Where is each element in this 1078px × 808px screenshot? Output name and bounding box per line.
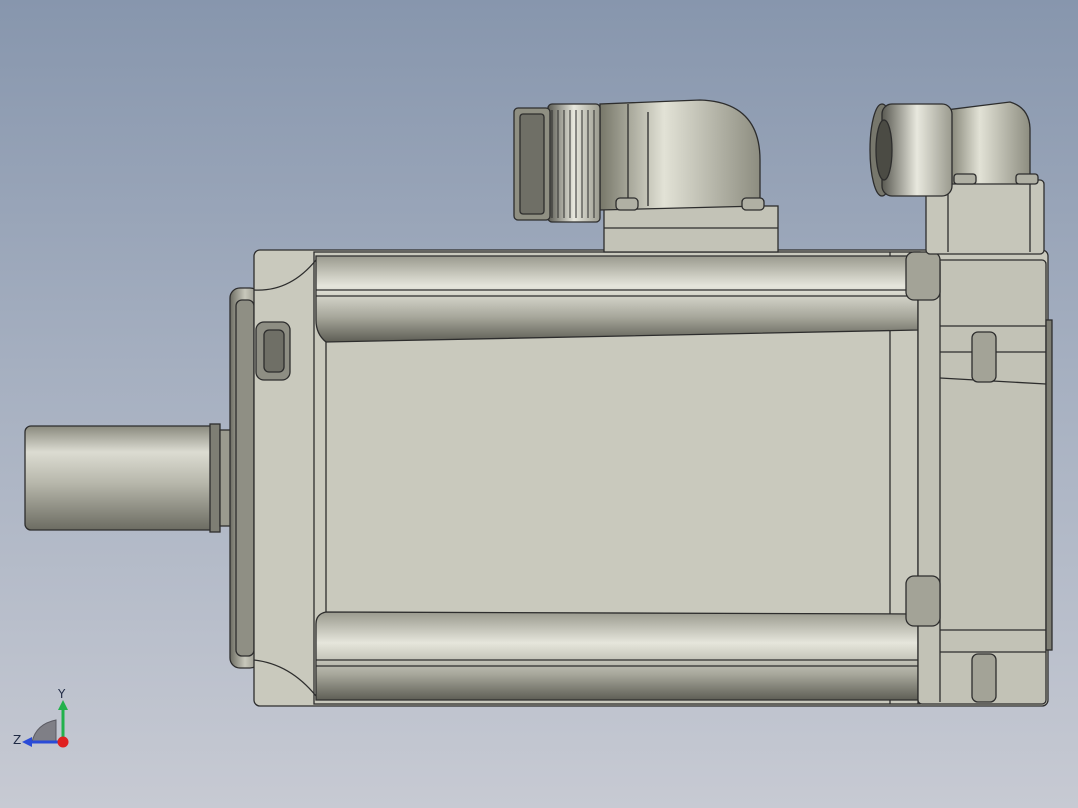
origin-icon (57, 736, 69, 748)
servo-motor-model[interactable] (0, 0, 1078, 808)
triad-plane-icon (31, 719, 57, 743)
encoder-connector[interactable] (869, 101, 1045, 255)
z-axis-label: Z (13, 733, 21, 747)
power-connector[interactable] (513, 99, 779, 253)
y-axis-arrowhead-icon (58, 700, 68, 710)
cad-viewport[interactable]: Y Z (0, 0, 1078, 808)
motor-shaft[interactable] (24, 423, 233, 533)
y-axis-label: Y (57, 687, 66, 701)
motor-body[interactable] (253, 249, 1053, 707)
z-axis-arrowhead-icon (22, 737, 32, 747)
coordinate-triad[interactable]: Y Z (10, 684, 80, 754)
